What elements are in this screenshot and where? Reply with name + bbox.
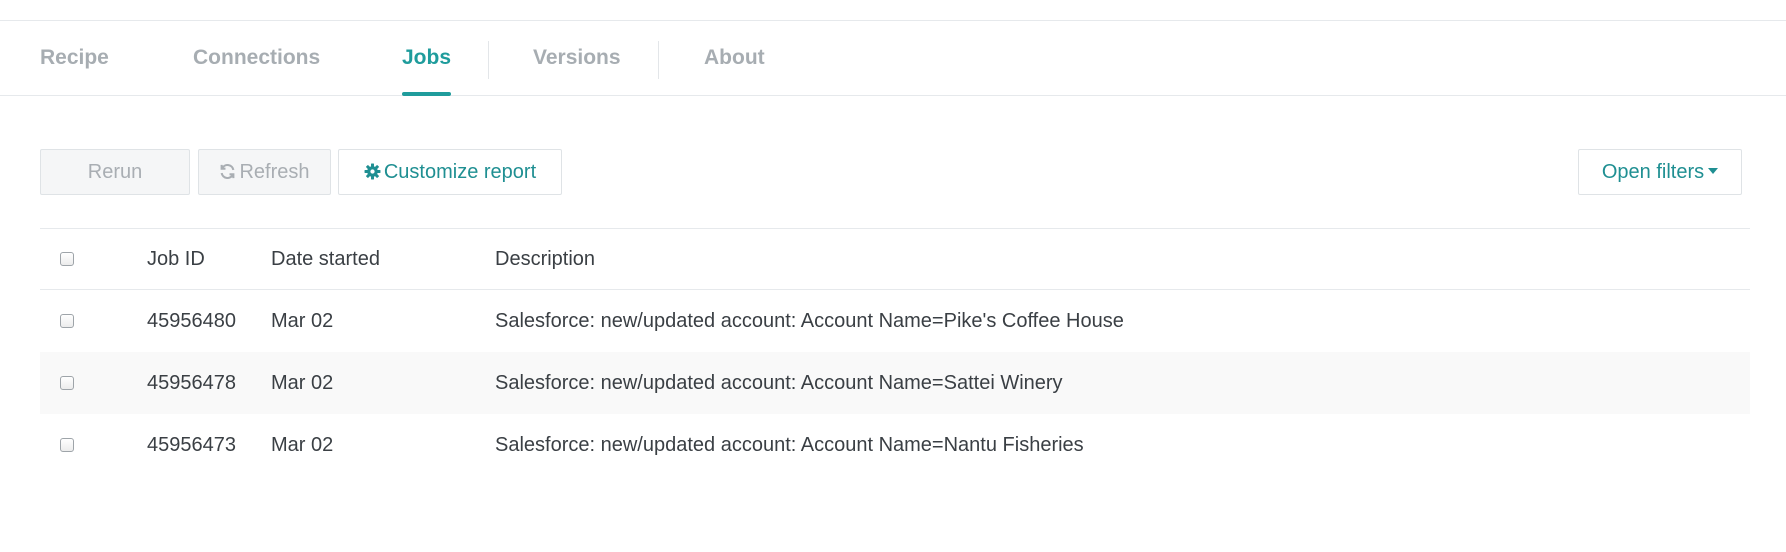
gear-icon: [364, 150, 381, 194]
table-row[interactable]: 45956478 Mar 02 Salesforce: new/updated …: [40, 352, 1750, 414]
table-row[interactable]: 45956473 Mar 02 Salesforce: new/updated …: [40, 414, 1750, 476]
tab-jobs[interactable]: Jobs: [402, 21, 452, 96]
job-description: Salesforce: new/updated account: Account…: [495, 309, 1124, 332]
table-header-row: Job ID Date started Description: [40, 229, 1750, 290]
select-all-cell: [60, 229, 74, 289]
job-description: Salesforce: new/updated account: Account…: [495, 433, 1084, 456]
tab-separator: [488, 41, 489, 79]
tab-recipe[interactable]: Recipe: [40, 21, 109, 95]
row-check-cell: [60, 352, 74, 414]
date-started: Mar 02: [271, 309, 334, 332]
open-filters-button[interactable]: Open filters: [1578, 149, 1742, 195]
tab-connections[interactable]: Connections: [193, 21, 320, 95]
row-checkbox[interactable]: [60, 438, 74, 452]
job-id: 45956473: [147, 433, 236, 456]
customize-report-label: Customize report: [383, 161, 537, 183]
column-header-description: Description: [495, 247, 596, 270]
column-header-job-id: Job ID: [147, 247, 205, 270]
job-id: 45956480: [147, 309, 236, 332]
recipe-tabs: Recipe Connections Jobs Versions About: [0, 21, 1786, 96]
caret-down-icon: [1708, 168, 1719, 175]
job-description: Salesforce: new/updated account: Account…: [495, 371, 1063, 394]
tab-about[interactable]: About: [704, 21, 765, 95]
row-check-cell: [60, 414, 74, 476]
row-checkbox[interactable]: [60, 376, 74, 390]
refresh-button[interactable]: Refresh: [198, 149, 331, 195]
table-row[interactable]: 45956480 Mar 02 Salesforce: new/updated …: [40, 290, 1750, 352]
rerun-button[interactable]: Rerun: [40, 149, 190, 195]
refresh-icon: [219, 150, 236, 194]
tab-separator: [658, 41, 659, 79]
rerun-label: Rerun: [87, 161, 143, 183]
date-started: Mar 02: [271, 433, 334, 456]
refresh-label: Refresh: [239, 161, 310, 183]
date-started: Mar 02: [271, 371, 334, 394]
open-filters-label: Open filters: [1601, 161, 1705, 183]
tab-versions[interactable]: Versions: [533, 21, 621, 95]
row-checkbox[interactable]: [60, 314, 74, 328]
column-header-date-started: Date started: [271, 247, 380, 270]
select-all-checkbox[interactable]: [60, 252, 74, 266]
job-id: 45956478: [147, 371, 236, 394]
customize-report-button[interactable]: Customize report: [338, 149, 562, 195]
row-check-cell: [60, 290, 74, 352]
